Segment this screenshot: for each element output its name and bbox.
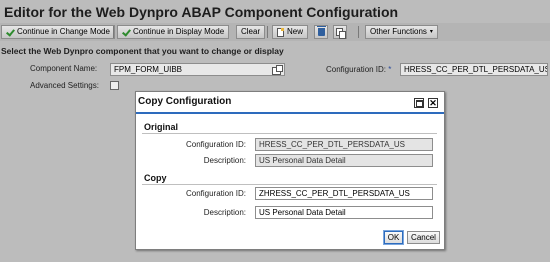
copy-icon — [336, 27, 346, 39]
chevron-down-icon: ▾ — [429, 29, 433, 35]
new-button[interactable]: New — [272, 25, 309, 39]
other-functions-button[interactable]: Other Functions ▾ — [365, 25, 438, 39]
continue-display-mode-button[interactable]: Continue in Display Mode — [117, 25, 230, 39]
close-icon[interactable]: ✕ — [428, 98, 438, 108]
value-help-icon[interactable] — [272, 65, 283, 75]
new-button-label: New — [287, 27, 304, 36]
continue-change-mode-button[interactable]: Continue in Change Mode — [1, 25, 115, 39]
original-description-field: US Personal Data Detail — [255, 154, 433, 167]
original-group-heading: Original — [144, 122, 179, 132]
advanced-settings-checkbox[interactable] — [110, 81, 119, 90]
group-divider — [142, 133, 437, 134]
toolbar-divider — [267, 26, 268, 38]
configuration-id-label: Configuration ID: * — [326, 65, 391, 74]
toolbar: Continue in Change Mode Continue in Disp… — [0, 23, 550, 41]
group-divider — [142, 184, 437, 185]
component-name-field[interactable]: FPM_FORM_UIBB — [110, 63, 285, 76]
copy-config-id-input[interactable]: ZHRESS_CC_PER_DTL_PERSDATA_US — [255, 187, 433, 200]
copy-description-input[interactable]: US Personal Data Detail — [255, 206, 433, 219]
dialog-header: Copy Configuration ✕ — [136, 92, 444, 114]
configuration-id-label-text: Configuration ID: — [326, 65, 387, 74]
component-name-label: Component Name: — [30, 64, 98, 73]
toolbar-divider — [113, 26, 114, 38]
delete-button[interactable] — [314, 25, 328, 39]
check-icon — [6, 28, 14, 36]
cancel-button[interactable]: Cancel — [407, 231, 440, 244]
copy-config-id-label: Configuration ID: — [185, 189, 246, 198]
maximize-icon[interactable] — [414, 98, 424, 108]
new-document-icon — [277, 27, 284, 37]
original-config-id-label: Configuration ID: — [185, 140, 246, 149]
other-functions-label: Other Functions — [370, 27, 427, 36]
copy-button[interactable] — [333, 25, 347, 39]
copy-description-label: Description: — [203, 208, 246, 217]
copy-configuration-dialog: Copy Configuration ✕ Original Configurat… — [135, 91, 445, 250]
trash-icon — [316, 26, 326, 36]
dialog-title: Copy Configuration — [138, 96, 232, 107]
required-marker: * — [388, 65, 392, 74]
toolbar-divider — [358, 26, 359, 38]
original-config-id-field: HRESS_CC_PER_DTL_PERSDATA_US — [255, 138, 433, 151]
configuration-id-field[interactable]: HRESS_CC_PER_DTL_PERSDATA_US — [400, 63, 548, 76]
continue-change-mode-label: Continue in Change Mode — [17, 27, 110, 36]
page-title: Editor for the Web Dynpro ABAP Component… — [4, 4, 399, 20]
ok-button[interactable]: OK — [383, 230, 404, 245]
advanced-settings-label: Advanced Settings: — [30, 81, 99, 90]
section-heading: Select the Web Dynpro component that you… — [1, 46, 284, 56]
clear-button[interactable]: Clear — [236, 25, 266, 39]
copy-group-heading: Copy — [144, 173, 167, 183]
check-icon — [122, 28, 130, 36]
continue-display-mode-label: Continue in Display Mode — [133, 27, 225, 36]
original-description-label: Description: — [203, 156, 246, 165]
